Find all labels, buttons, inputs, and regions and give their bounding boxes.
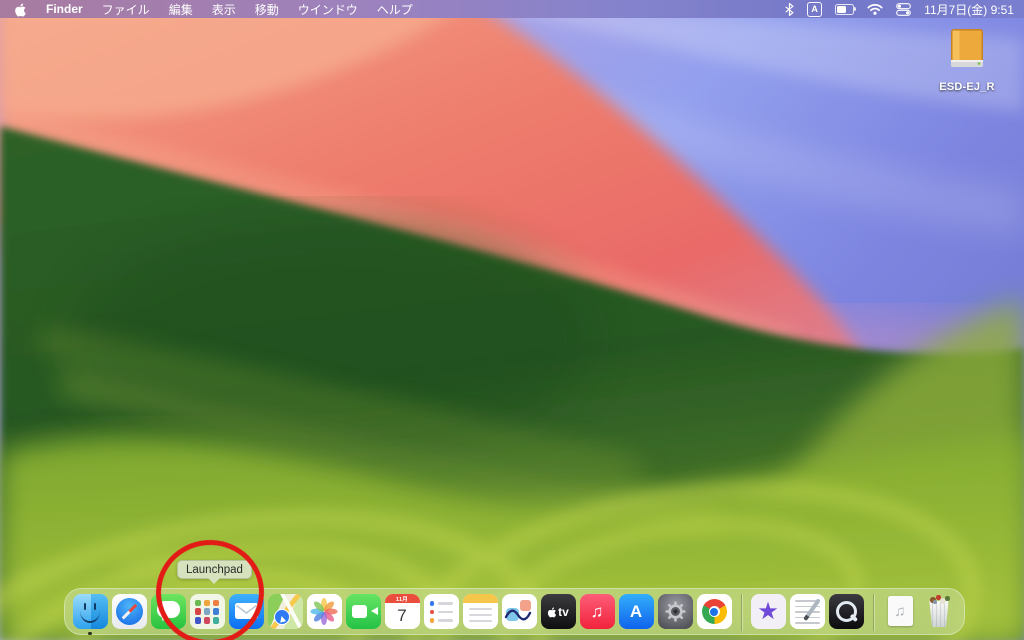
icon-art bbox=[94, 603, 97, 610]
wifi-icon[interactable] bbox=[867, 3, 883, 15]
gear-icon bbox=[662, 598, 689, 625]
menu-bar-clock[interactable]: 11月7日(金) 9:51 bbox=[924, 1, 1014, 18]
icon-art bbox=[112, 594, 147, 629]
icon-art bbox=[430, 601, 435, 606]
dock-item-trash[interactable] bbox=[922, 594, 957, 629]
icon-art bbox=[463, 594, 498, 603]
drive-label: ESD-EJ_R bbox=[933, 81, 1001, 93]
icon-art bbox=[73, 594, 108, 629]
icon-art bbox=[795, 622, 820, 624]
icon-art bbox=[790, 594, 825, 629]
icon-art bbox=[424, 594, 459, 629]
running-indicator-dot bbox=[88, 632, 92, 636]
icon-art bbox=[697, 594, 732, 629]
input-source-indicator[interactable]: A bbox=[807, 2, 822, 17]
icon-art bbox=[268, 594, 303, 629]
dock-item-imovie[interactable]: ★ bbox=[751, 594, 786, 629]
control-center-icon[interactable] bbox=[896, 3, 911, 16]
dock-item-appletv[interactable]: tv bbox=[541, 594, 576, 629]
icon-art bbox=[438, 619, 453, 622]
icon-art bbox=[430, 618, 435, 623]
icon-art bbox=[367, 607, 378, 615]
dock-item-chrome[interactable] bbox=[697, 594, 732, 629]
music-note-icon: ♫ bbox=[591, 602, 604, 622]
icon-art bbox=[438, 611, 453, 614]
menu-file[interactable]: ファイル bbox=[102, 1, 150, 18]
icon-art bbox=[352, 605, 367, 618]
dock-item-notes[interactable] bbox=[463, 594, 498, 629]
icon-art bbox=[829, 594, 864, 629]
menu-view[interactable]: 表示 bbox=[212, 1, 236, 18]
icon-art bbox=[438, 602, 453, 605]
dock-item-freeform[interactable] bbox=[502, 594, 537, 629]
icon-art bbox=[307, 594, 342, 629]
apple-logo-icon bbox=[547, 606, 557, 618]
icon-art: ★ bbox=[751, 594, 786, 629]
icon-art bbox=[928, 601, 951, 627]
icon-art: A bbox=[619, 594, 654, 629]
calendar-day-label: 7 bbox=[385, 603, 420, 629]
icon-art: ♫ bbox=[580, 594, 615, 629]
battery-icon[interactable] bbox=[835, 4, 854, 15]
icon-art bbox=[469, 620, 492, 622]
battery-fill bbox=[837, 6, 846, 13]
dock-item-reminders[interactable] bbox=[424, 594, 459, 629]
icon-art bbox=[277, 612, 285, 622]
icon-art: 11月 7 bbox=[385, 594, 420, 629]
menu-window[interactable]: ウインドウ bbox=[298, 1, 358, 18]
menu-bar: Finder ファイル 編集 表示 移動 ウインドウ ヘルプ A bbox=[0, 0, 1024, 18]
active-app-name[interactable]: Finder bbox=[46, 2, 83, 16]
desktop-screen: Finder ファイル 編集 表示 移動 ウインドウ ヘルプ A bbox=[0, 0, 1024, 640]
dock-item-safari[interactable] bbox=[112, 594, 147, 629]
dock-divider bbox=[873, 594, 874, 631]
calendar-month-label: 11月 bbox=[385, 594, 420, 603]
apple-logo-icon bbox=[14, 2, 27, 17]
external-drive-icon bbox=[946, 28, 988, 74]
dock-item-settings[interactable] bbox=[658, 594, 693, 629]
dock-item-quicktime[interactable] bbox=[829, 594, 864, 629]
dock-item-calendar[interactable]: 11月 7 bbox=[385, 594, 420, 629]
icon-art bbox=[502, 594, 537, 629]
star-icon: ★ bbox=[757, 600, 779, 624]
apple-menu[interactable] bbox=[14, 2, 27, 17]
dock-item-photos[interactable] bbox=[307, 594, 342, 629]
menu-edit[interactable]: 編集 bbox=[169, 1, 193, 18]
appletv-label: tv bbox=[558, 605, 569, 619]
dock-item-musicfile[interactable]: ♫ bbox=[883, 594, 918, 629]
icon-art bbox=[710, 608, 718, 616]
icon-art bbox=[945, 596, 950, 601]
icon-art bbox=[346, 594, 381, 629]
dock-divider bbox=[741, 594, 742, 631]
icon-art: tv bbox=[541, 594, 576, 629]
icon-art bbox=[502, 594, 537, 629]
dock-item-music[interactable]: ♫ bbox=[580, 594, 615, 629]
dock-item-appstore[interactable]: A bbox=[619, 594, 654, 629]
icon-art bbox=[430, 610, 435, 615]
menu-help[interactable]: ヘルプ bbox=[377, 1, 413, 18]
icon-art bbox=[469, 608, 492, 610]
dock-item-facetime[interactable] bbox=[346, 594, 381, 629]
dock-item-textedit[interactable] bbox=[790, 594, 825, 629]
battery-nub bbox=[854, 7, 856, 11]
music-note-icon: ♫ bbox=[894, 603, 905, 620]
bluetooth-icon[interactable] bbox=[785, 3, 794, 16]
menu-go[interactable]: 移動 bbox=[255, 1, 279, 18]
icon-art bbox=[469, 614, 492, 616]
icon-art bbox=[463, 594, 498, 629]
icon-art bbox=[84, 603, 87, 610]
wallpaper bbox=[0, 0, 1024, 640]
icon-art bbox=[274, 609, 290, 625]
appstore-label: A bbox=[630, 602, 642, 622]
icon-art: ♫ bbox=[888, 596, 913, 626]
dock-item-maps[interactable] bbox=[268, 594, 303, 629]
icon-art bbox=[933, 600, 937, 604]
desktop-drive-icon[interactable]: ESD-EJ_R bbox=[933, 28, 1001, 93]
dock-item-finder[interactable] bbox=[73, 594, 108, 629]
icon-art bbox=[658, 594, 693, 629]
